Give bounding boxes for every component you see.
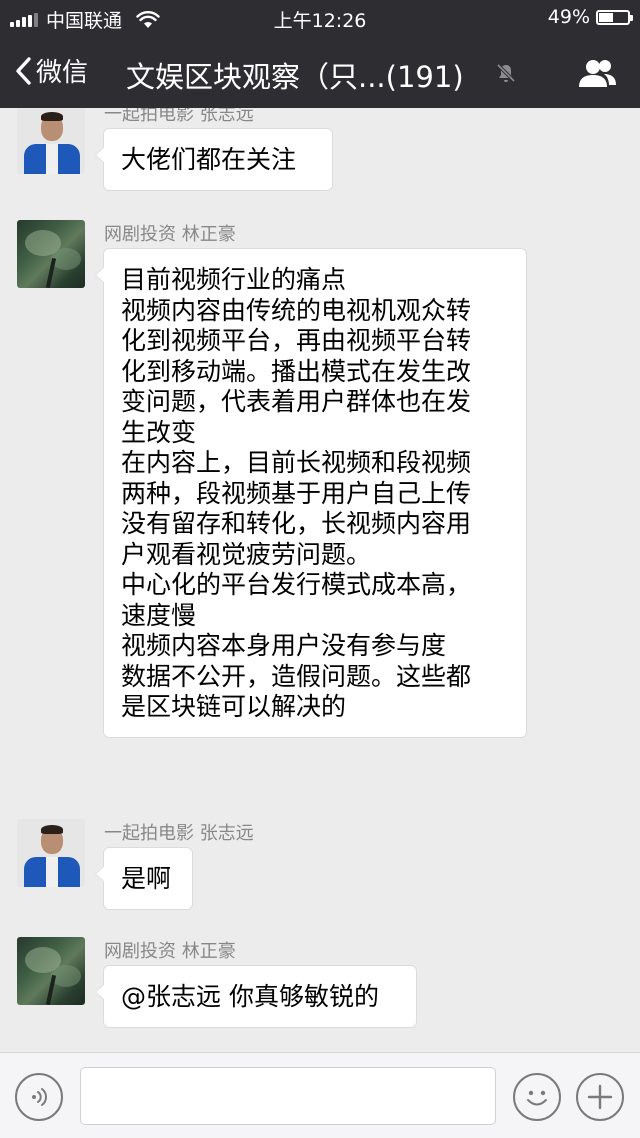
sender-avatar-tree[interactable] [17, 220, 85, 288]
input-bar [0, 1052, 640, 1138]
back-label: 微信 [36, 58, 89, 88]
sender-name: 一起拍电影 张志远 [104, 823, 254, 844]
message-bubble[interactable]: 是啊 [95, 847, 193, 910]
emoji-button[interactable] [513, 1073, 561, 1121]
message-line: 视频内容本身用户没有参与度 [121, 631, 447, 660]
message-line: @张志远 你真够敏锐的 [121, 982, 379, 1011]
plus-icon [587, 1084, 613, 1110]
message-line: 户观看视觉疲劳问题。 [121, 539, 372, 569]
message-line: 视频内容由传统的电视机观众转 [121, 295, 472, 325]
message-line: 中心化的平台发行模式成本高， [121, 570, 472, 599]
clock: 上午12:26 [273, 10, 367, 32]
message-line: 变问题，代表着用户群体也在发 [121, 387, 472, 416]
sender-avatar-man[interactable] [17, 108, 85, 174]
message-line: 是啊 [121, 864, 172, 893]
sender-avatar-tree[interactable] [17, 937, 85, 1005]
mute-bell-icon [496, 63, 516, 83]
battery-group: 49% [547, 6, 633, 28]
emoji-icon [527, 1090, 547, 1106]
voice-icon [32, 1088, 47, 1106]
sender-avatar-man[interactable] [17, 819, 85, 887]
message-line: 数据不公开，造假问题。这些都 [121, 661, 472, 691]
message-line: 在内容上，目前长视频和段视频 [121, 448, 472, 477]
sender-name: 网剧投资 林正豪 [104, 224, 236, 245]
back-button[interactable]: 微信 [14, 52, 88, 89]
message-line: 速度慢 [121, 600, 197, 630]
message-line: 目前视频行业的痛点 [121, 265, 347, 294]
status-bar: 中国联通 上午12:26 49% [0, 0, 640, 36]
message-bubble[interactable]: 目前视频行业的痛点 视频内容由传统的电视机观众转 化到视频平台，再由视频平台转 … [95, 248, 527, 738]
message-line: 是区块链可以解决的 [121, 692, 347, 721]
message-line: 生改变 [121, 417, 197, 447]
message-line: 化到视频平台，再由视频平台转 [121, 326, 472, 355]
group-members-icon[interactable] [578, 58, 618, 88]
battery-percent: 49% [547, 6, 590, 28]
battery-fill [599, 12, 613, 22]
message-input[interactable] [80, 1067, 496, 1125]
sender-name: 一起拍电影 张志远 [104, 108, 254, 125]
message-bubble[interactable]: @张志远 你真够敏锐的 [95, 965, 417, 1028]
nav-bar: 微信 文娱区块观察（只...(191) [0, 36, 640, 108]
message-bubble[interactable]: 大佬们都在关注 [95, 128, 333, 191]
message-line: 没有留存和转化，长视频内容用 [121, 509, 472, 538]
more-button[interactable] [576, 1073, 624, 1121]
voice-button[interactable] [15, 1073, 63, 1121]
sender-name: 网剧投资 林正豪 [104, 941, 236, 962]
chat-area[interactable]: 一起拍电影 张志远 大佬们都在关注 网剧投资 林正豪 目前视频行业的痛点 视频内… [0, 108, 640, 1052]
chat-title[interactable]: 文娱区块观察（只...(191) [126, 54, 464, 96]
message-line: 化到移动端。播出模式在发生改 [121, 356, 472, 386]
battery-icon [596, 9, 633, 25]
message-line: 大佬们都在关注 [121, 145, 297, 174]
message-line: 两种，段视频基于用户自己上传 [121, 478, 472, 508]
chevron-left-icon [16, 56, 31, 85]
